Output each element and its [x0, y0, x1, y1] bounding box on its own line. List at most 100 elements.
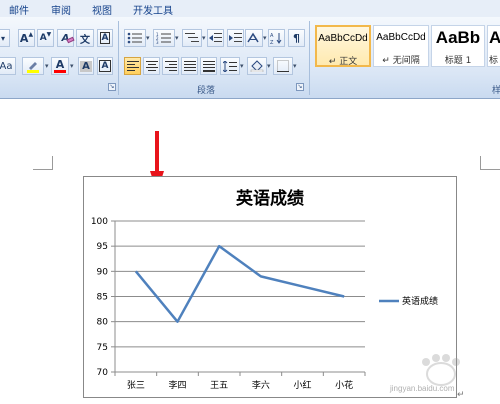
legend-label: 英语成绩 — [402, 295, 438, 307]
char-border-icon: A — [98, 60, 112, 72]
chart-legend: 英语成绩 — [379, 295, 438, 307]
justify-button[interactable] — [181, 57, 198, 75]
tab-view[interactable]: 视图 — [92, 2, 112, 17]
sort-icon: AZ — [270, 33, 282, 44]
align-center-button[interactable] — [143, 57, 160, 75]
font-color-button[interactable]: A — [51, 57, 69, 75]
increase-indent-button[interactable] — [227, 29, 244, 47]
style-heading-2[interactable]: AaB 标 — [487, 25, 500, 67]
numbering-dropdown[interactable]: ▾ — [175, 29, 181, 47]
styles-group-label: 样 — [492, 86, 500, 96]
asian-layout-icon — [247, 32, 259, 43]
pilcrow-icon: ¶ — [293, 31, 300, 45]
y-tick-label: 90 — [97, 267, 109, 277]
align-left-button[interactable] — [124, 57, 141, 75]
enclose-chars-icon: A — [99, 32, 111, 44]
svg-text:3: 3 — [156, 40, 159, 44]
line-spacing-dropdown[interactable]: ▾ — [240, 57, 246, 75]
highlight-pen-icon — [26, 59, 40, 73]
x-tick-label: 王五 — [210, 380, 228, 391]
chart-series — [134, 244, 345, 323]
borders-icon — [277, 60, 289, 72]
paragraph-dialog-launcher[interactable]: ↘ — [296, 83, 304, 91]
style-heading-1[interactable]: AaBb 标题 1 — [431, 25, 485, 67]
group-separator — [118, 21, 119, 95]
paragraph-group-label: 段落 — [197, 86, 216, 96]
borders-button[interactable] — [273, 57, 293, 75]
paragraph-mark: ↵ — [457, 390, 465, 400]
font-color-dropdown[interactable]: ▾ — [70, 57, 76, 75]
x-tick-label: 李六 — [252, 379, 270, 391]
borders-dropdown[interactable]: ▾ — [293, 57, 299, 75]
grow-font-button[interactable]: A ▲ — [18, 29, 35, 47]
bullets-dropdown[interactable]: ▾ — [146, 29, 152, 47]
y-tick-label: 80 — [97, 318, 109, 328]
char-shading-icon: A — [80, 60, 92, 72]
decrease-indent-icon — [209, 33, 222, 42]
clear-formatting-icon: A — [62, 33, 75, 44]
x-tick-label: 小红 — [293, 379, 311, 391]
svg-text:A: A — [270, 33, 274, 39]
y-tick-label: 85 — [97, 293, 108, 303]
multilevel-list-button[interactable] — [182, 29, 202, 47]
line-spacing-button[interactable] — [220, 57, 240, 75]
increase-indent-icon — [229, 33, 242, 42]
group-separator — [309, 21, 310, 95]
align-center-icon — [145, 60, 158, 71]
watermark-text: jingyan.baidu.com — [390, 384, 455, 393]
show-marks-button[interactable]: ¶ — [288, 29, 305, 47]
clear-formatting-button[interactable]: A — [57, 29, 75, 47]
font-size-dropdown-edge[interactable]: ▾ — [0, 29, 10, 47]
phonetic-guide-icon: 文 — [80, 34, 90, 46]
style-normal[interactable]: AaBbCcDd ↵ 正文 — [315, 25, 371, 67]
y-tick-label: 70 — [97, 368, 109, 378]
y-tick-label: 100 — [91, 217, 108, 227]
tab-developer[interactable]: 开发工具 — [133, 2, 173, 17]
tab-review[interactable]: 审阅 — [51, 2, 71, 17]
align-left-icon — [126, 60, 139, 71]
page-corner-mark — [480, 156, 500, 170]
x-tick-label: 小花 — [335, 379, 353, 391]
ribbon-tab-bar: 邮件 审阅 视图 开发工具 — [0, 0, 500, 17]
svg-text:Z: Z — [270, 40, 274, 44]
shading-button[interactable] — [247, 57, 267, 75]
x-tick-label: 张三 — [127, 380, 145, 391]
align-right-button[interactable] — [162, 57, 179, 75]
enclose-chars-button[interactable]: A — [97, 29, 113, 47]
distributed-button[interactable] — [200, 57, 217, 75]
char-border-button[interactable]: A — [97, 57, 113, 75]
grow-font-icon: A — [19, 31, 29, 45]
tab-mailings[interactable]: 邮件 — [9, 2, 29, 17]
line-spacing-icon — [223, 60, 237, 72]
bullets-button[interactable] — [124, 29, 146, 47]
style-no-spacing[interactable]: AaBbCcDd ↵ 无间隔 — [373, 25, 429, 67]
change-case-button[interactable]: Aa — [0, 57, 16, 75]
numbering-icon: 123 — [156, 32, 171, 44]
series-line — [134, 244, 345, 323]
distributed-icon — [202, 60, 215, 72]
numbering-button[interactable]: 123 — [153, 29, 175, 47]
y-tick-label: 95 — [97, 242, 108, 252]
align-right-icon — [164, 60, 177, 71]
x-tick-label: 李四 — [168, 379, 186, 391]
bullets-icon — [127, 32, 142, 44]
justify-icon — [183, 60, 196, 71]
page-corner-mark — [33, 156, 53, 170]
highlight-color-button[interactable] — [22, 57, 44, 75]
font-color-icon: A — [54, 58, 66, 73]
asian-layout-button[interactable] — [245, 29, 263, 47]
shrink-font-button[interactable]: A ▼ — [37, 29, 54, 47]
chart-gridlines — [115, 220, 365, 373]
multilevel-list-icon — [185, 33, 199, 42]
decrease-indent-button[interactable] — [207, 29, 224, 47]
sort-button[interactable]: AZ — [268, 29, 285, 47]
y-axis-ticks: 100 95 90 85 80 75 70 — [91, 217, 115, 378]
ribbon: ▾ A ▲ A ▼ A 文 A Aa ▾ A ▾ A A ↘ ▾ 1 2 3 ▾… — [0, 17, 500, 99]
shrink-font-icon: A — [39, 33, 47, 43]
phonetic-guide-button[interactable]: 文 — [76, 29, 94, 47]
change-case-icon: Aa — [0, 60, 13, 72]
y-tick-label: 75 — [97, 343, 108, 353]
font-dialog-launcher[interactable]: ↘ — [108, 83, 116, 91]
char-shading-button[interactable]: A — [78, 57, 94, 75]
paint-bucket-icon — [250, 60, 264, 72]
